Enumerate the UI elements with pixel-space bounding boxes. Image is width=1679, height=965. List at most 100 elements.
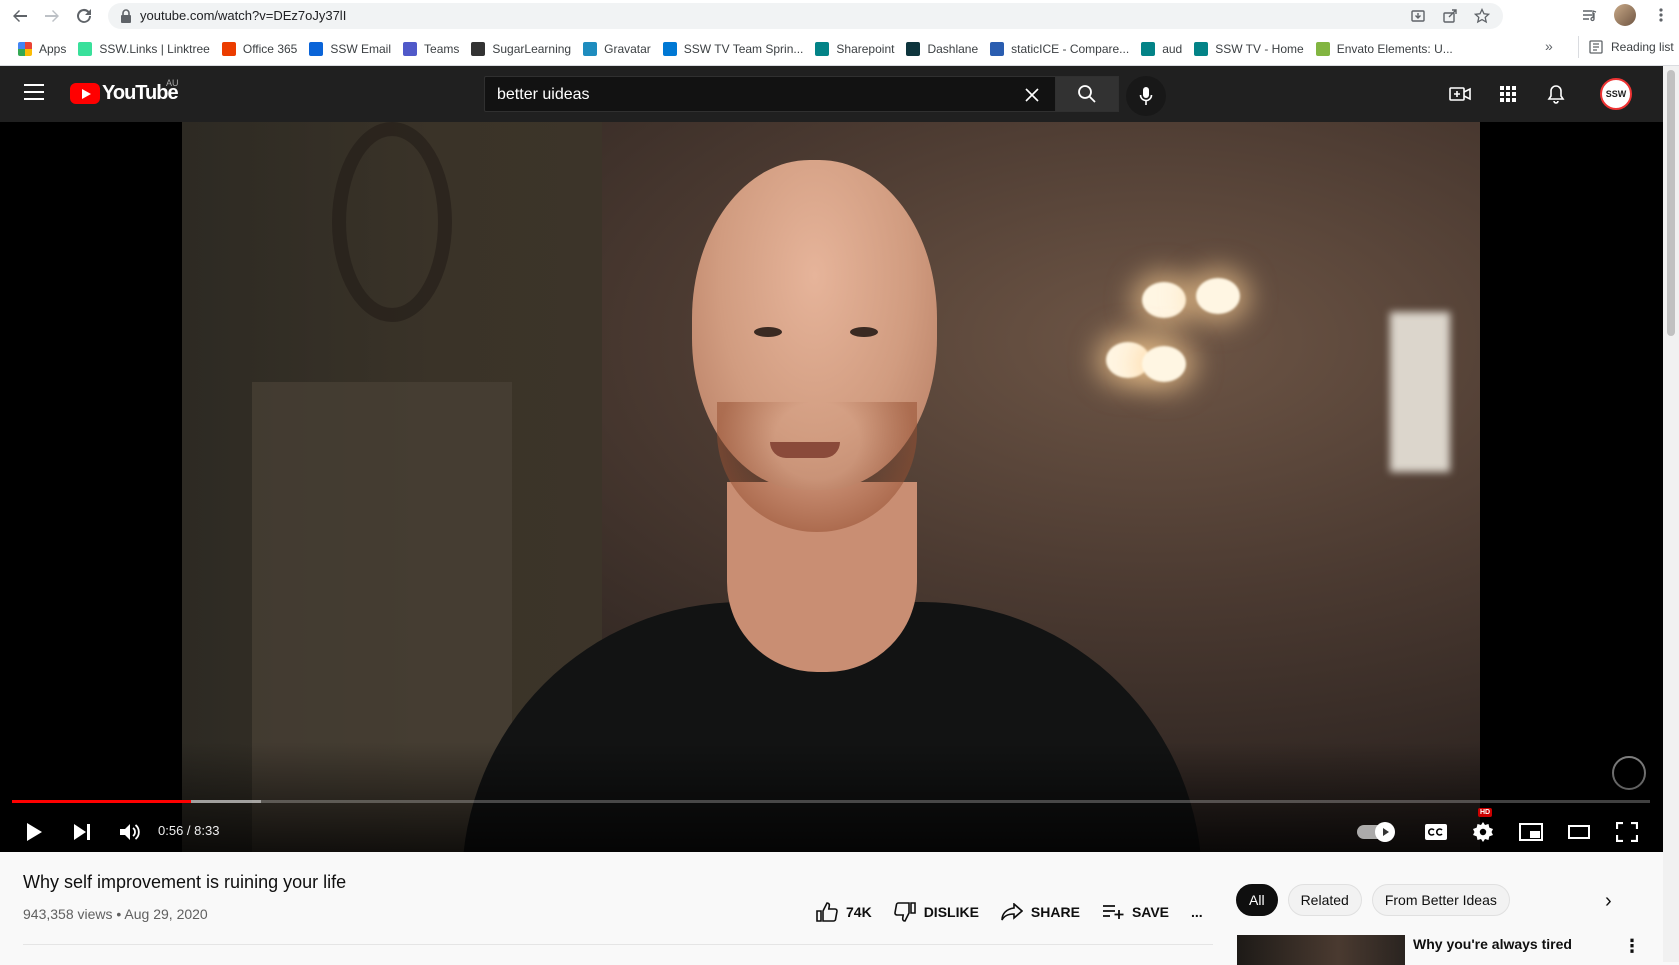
voice-search-button[interactable] <box>1126 76 1166 116</box>
apps-grid-icon[interactable] <box>1496 82 1520 106</box>
browser-chrome: youtube.com/watch?v=DEz7oJy37lI Apps SSW… <box>0 0 1679 66</box>
youtube-play-icon <box>70 83 100 104</box>
video-actions: 74K DISLIKE SHARE SAVE ... <box>816 902 1225 922</box>
share-page-icon[interactable] <box>1441 7 1459 25</box>
bookmark-label: aud <box>1162 42 1183 56</box>
bookmark-favicon-icon <box>990 42 1005 56</box>
notifications-bell-icon[interactable] <box>1544 82 1568 106</box>
recommended-title[interactable]: Why you're always tired <box>1413 936 1572 952</box>
media-control-icon[interactable] <box>1578 4 1600 26</box>
next-video-button[interactable] <box>64 814 100 850</box>
bookmark-item[interactable]: Envato Elements: U... <box>1310 38 1459 60</box>
back-icon[interactable] <box>10 6 30 26</box>
mute-button[interactable] <box>112 814 148 850</box>
url-text[interactable]: youtube.com/watch?v=DEz7oJy37lI <box>140 8 346 23</box>
bookmark-item[interactable]: SSW.Links | Linktree <box>72 38 216 60</box>
save-button[interactable]: SAVE <box>1102 904 1169 920</box>
bookmark-item[interactable]: SSW Email <box>303 38 397 60</box>
bookmark-label: Sharepoint <box>836 42 895 56</box>
browser-menu-icon[interactable] <box>1650 4 1672 26</box>
omnibox[interactable]: youtube.com/watch?v=DEz7oJy37lI <box>108 3 1503 29</box>
bookmark-label: Apps <box>39 42 67 56</box>
bookmark-item[interactable]: Gravatar <box>577 38 657 60</box>
reading-list-icon <box>1589 40 1603 54</box>
bookmark-item[interactable]: Sharepoint <box>809 38 900 60</box>
thumbs-down-icon <box>893 902 916 922</box>
bookmark-label: Envato Elements: U... <box>1336 42 1453 56</box>
theater-mode-icon <box>1568 825 1590 839</box>
bookmark-favicon-icon <box>221 42 236 56</box>
recommended-thumbnail[interactable] <box>1237 935 1405 965</box>
reload-icon[interactable] <box>74 6 94 26</box>
divider <box>23 944 1213 945</box>
progress-bar[interactable] <box>12 800 1650 803</box>
bookmark-favicon-icon <box>662 42 677 56</box>
like-button[interactable]: 74K <box>816 902 872 922</box>
browser-profile-icon[interactable] <box>1614 4 1636 26</box>
miniplayer-icon <box>1519 823 1543 841</box>
dislike-button[interactable]: DISLIKE <box>893 902 979 922</box>
search-query[interactable]: better uideas <box>497 86 590 104</box>
star-icon[interactable] <box>1473 7 1491 25</box>
time-display: 0:56 / 8:33 <box>158 823 220 838</box>
bookmark-item[interactable]: Teams <box>397 38 465 60</box>
bookmark-item[interactable]: Apps <box>12 38 72 60</box>
hd-badge: HD <box>1478 808 1493 817</box>
bookmark-label: SSW Email <box>330 42 392 56</box>
bookmark-item[interactable]: Dashlane <box>900 38 984 60</box>
bookmark-favicon-icon <box>1141 42 1156 56</box>
video-title: Why self improvement is ruining your lif… <box>23 872 347 892</box>
subtitles-button[interactable] <box>1418 814 1454 850</box>
gear-icon <box>1473 822 1493 842</box>
bookmark-item[interactable]: Office 365 <box>216 38 303 60</box>
bookmark-label: SSW TV - Home <box>1215 42 1304 56</box>
related-filter-chips: All Related From Better Ideas <box>1236 884 1510 916</box>
video-player[interactable]: 0:56 / 8:33 HD <box>0 122 1663 852</box>
create-video-icon[interactable] <box>1448 82 1472 106</box>
bookmark-label: Gravatar <box>604 42 651 56</box>
share-button[interactable]: SHARE <box>1001 903 1080 921</box>
filter-chip[interactable]: Related <box>1287 884 1362 916</box>
bookmark-item[interactable]: SSW TV - Home <box>1188 38 1309 60</box>
bookmark-label: SSW.Links | Linktree <box>99 42 210 56</box>
miniplayer-button[interactable] <box>1513 814 1549 850</box>
bookmark-item[interactable]: SugarLearning <box>465 38 577 60</box>
filter-chip[interactable]: All <box>1236 884 1278 916</box>
youtube-header: YouTube AU better uideas SSW <box>0 66 1663 122</box>
youtube-logo[interactable]: YouTube AU <box>70 78 179 105</box>
bookmark-item[interactable]: SSW TV Team Sprin... <box>657 38 810 60</box>
reading-list-button[interactable]: Reading list <box>1578 36 1674 58</box>
search-button[interactable] <box>1055 76 1119 112</box>
filter-chip[interactable]: From Better Ideas <box>1371 884 1510 916</box>
fullscreen-button[interactable] <box>1609 814 1645 850</box>
menu-icon[interactable] <box>24 84 44 100</box>
forward-icon[interactable] <box>42 6 62 26</box>
more-actions-icon: ... <box>1191 904 1203 920</box>
bookmark-item[interactable]: aud <box>1135 38 1188 60</box>
playlist-add-icon <box>1102 905 1124 919</box>
autoplay-play-icon <box>1383 828 1389 836</box>
bookmarks-overflow-icon[interactable]: » <box>1545 38 1553 54</box>
more-actions-button[interactable]: ... <box>1191 904 1203 920</box>
autoplay-toggle[interactable] <box>1357 822 1395 842</box>
clear-search-icon[interactable] <box>1020 83 1044 107</box>
bookmark-favicon-icon <box>471 42 486 56</box>
bookmark-label: Dashlane <box>927 42 979 56</box>
progress-played <box>12 800 191 803</box>
recommended-more-icon[interactable]: ⋮ <box>1623 936 1641 957</box>
bookmark-favicon-icon <box>18 42 32 56</box>
chevron-right-icon[interactable]: › <box>1605 890 1612 913</box>
scrollbar-thumb[interactable] <box>1667 70 1675 336</box>
theater-mode-button[interactable] <box>1561 814 1597 850</box>
bookmarks-bar: Apps SSW.Links | Linktree Office 365 SSW Em… <box>0 36 1679 62</box>
bookmark-item[interactable]: staticICE - Compare... <box>984 38 1135 60</box>
play-button[interactable] <box>16 814 52 850</box>
install-icon[interactable] <box>1409 7 1427 25</box>
volume-icon <box>120 824 140 840</box>
page-scrollbar[interactable] <box>1663 66 1679 962</box>
search-input[interactable]: better uideas <box>484 76 1056 112</box>
settings-button[interactable] <box>1465 814 1501 850</box>
reading-list-label: Reading list <box>1611 40 1674 54</box>
account-avatar[interactable]: SSW <box>1600 78 1632 110</box>
bookmark-label: SSW TV Team Sprin... <box>683 42 804 56</box>
